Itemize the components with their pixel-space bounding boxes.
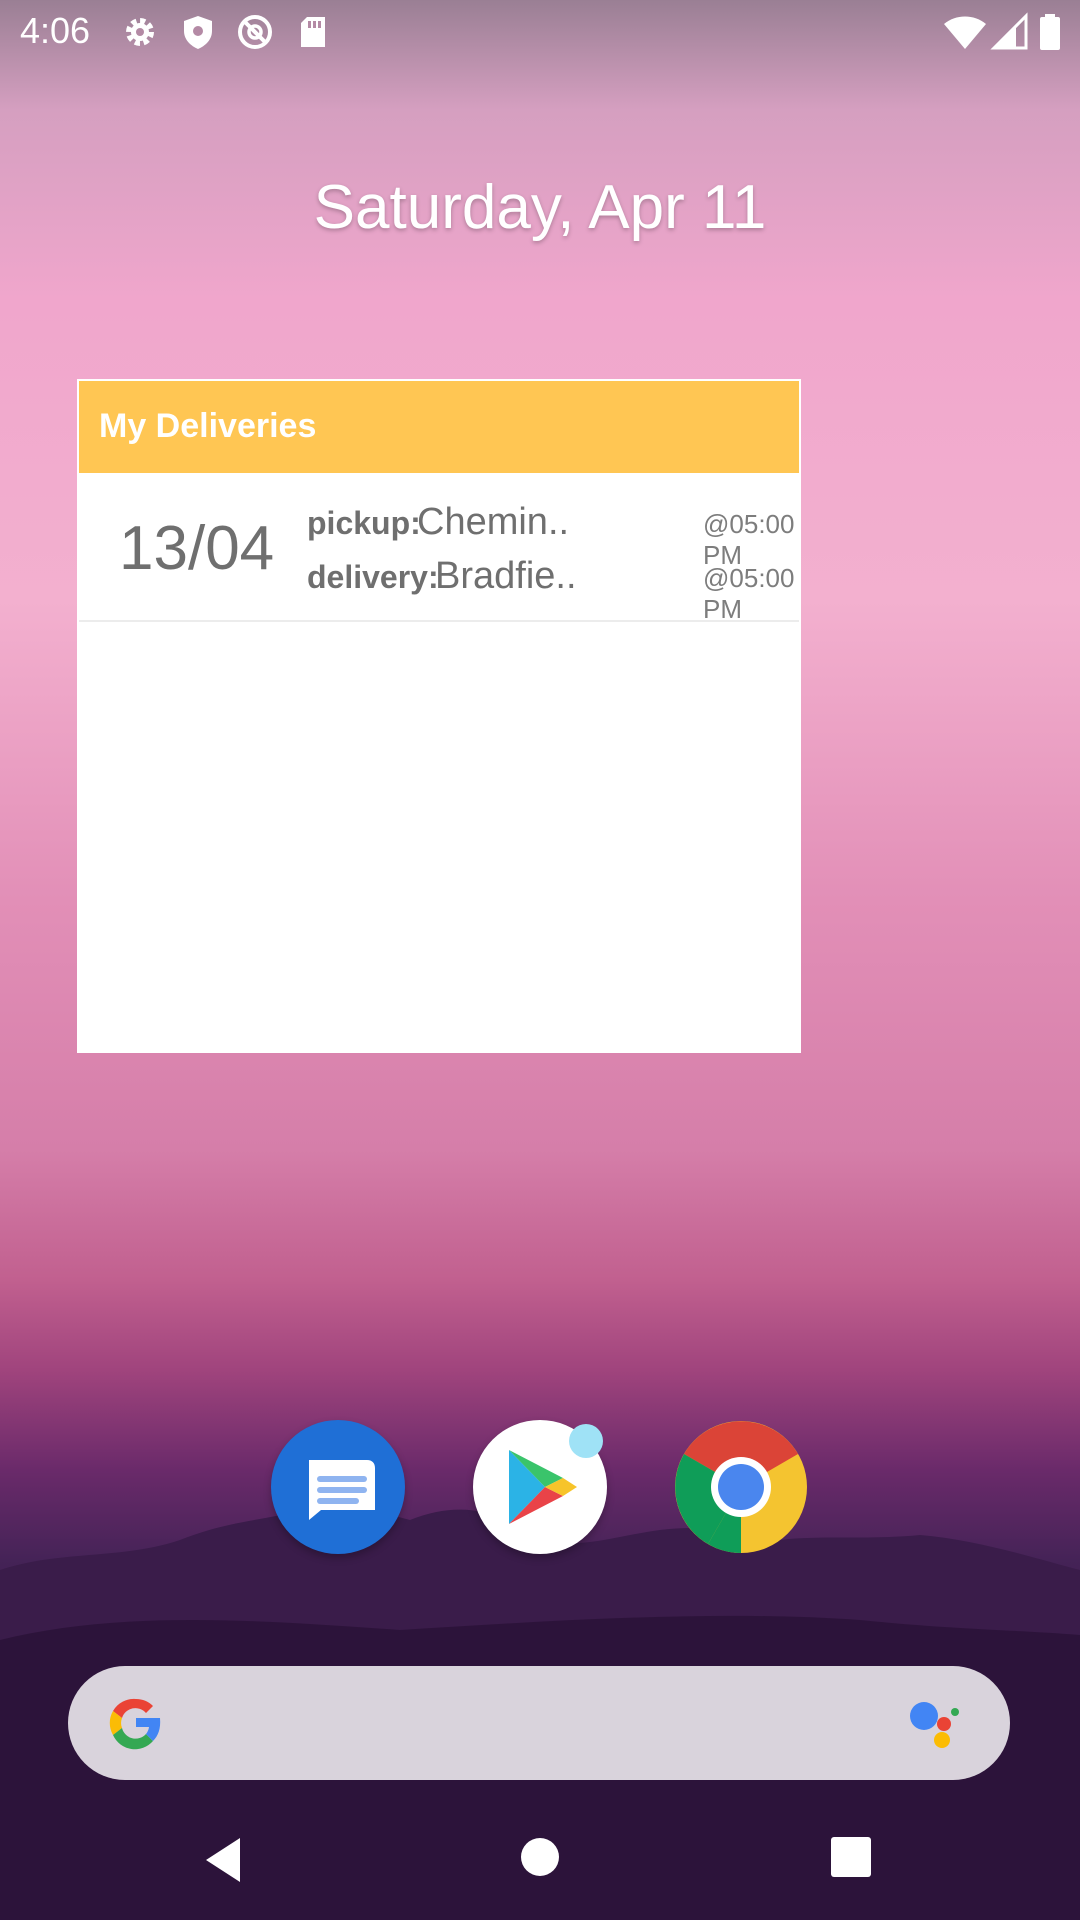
message-bubble-icon [309,1460,375,1520]
messages-app-icon[interactable] [271,1420,405,1554]
chrome-app-icon[interactable] [674,1420,808,1554]
delivery-list-item[interactable]: 13/04 pickup: Chemin.. @05:00 PM deliver… [79,473,799,624]
pickup-place: Chemin.. [417,501,570,543]
widget-header[interactable]: My Deliveries [79,381,799,473]
date-text[interactable]: Saturday, Apr 11 [0,172,1080,243]
delivery-date: 13/04 [119,514,275,583]
back-button[interactable] [200,1830,250,1890]
battery-icon [1040,14,1060,50]
recents-button[interactable] [830,1836,872,1878]
navigation-bar [0,1810,1080,1920]
sd-card-icon [301,17,325,47]
delivery-label: delivery: [307,559,439,595]
status-bar: 4:06 [0,0,1080,62]
google-g-icon[interactable] [104,1691,168,1755]
home-button[interactable] [519,1836,561,1878]
shield-icon [184,16,212,49]
delivery-time: @05:00 PM [703,563,795,624]
pickup-line: pickup: Chemin.. @05:00 PM [307,501,794,570]
pickup-label: pickup: [307,505,421,541]
settings-icon [126,18,154,46]
delivery-line: delivery: Bradfie.. @05:00 PM [307,555,794,624]
chrome-logo-icon [675,1421,807,1553]
google-search-bar[interactable] [68,1666,1010,1780]
notification-dot [569,1424,603,1458]
status-time: 4:06 [20,10,91,51]
vpn-icon [238,15,272,49]
delivery-place: Bradfie.. [435,555,577,597]
google-assistant-icon[interactable] [904,1696,964,1756]
wifi-icon [944,16,986,49]
widget-title: My Deliveries [99,407,317,445]
cell-signal-icon [990,12,1028,50]
deliveries-widget[interactable]: My Deliveries 13/04 pickup: Chemin.. @05… [77,379,801,1053]
